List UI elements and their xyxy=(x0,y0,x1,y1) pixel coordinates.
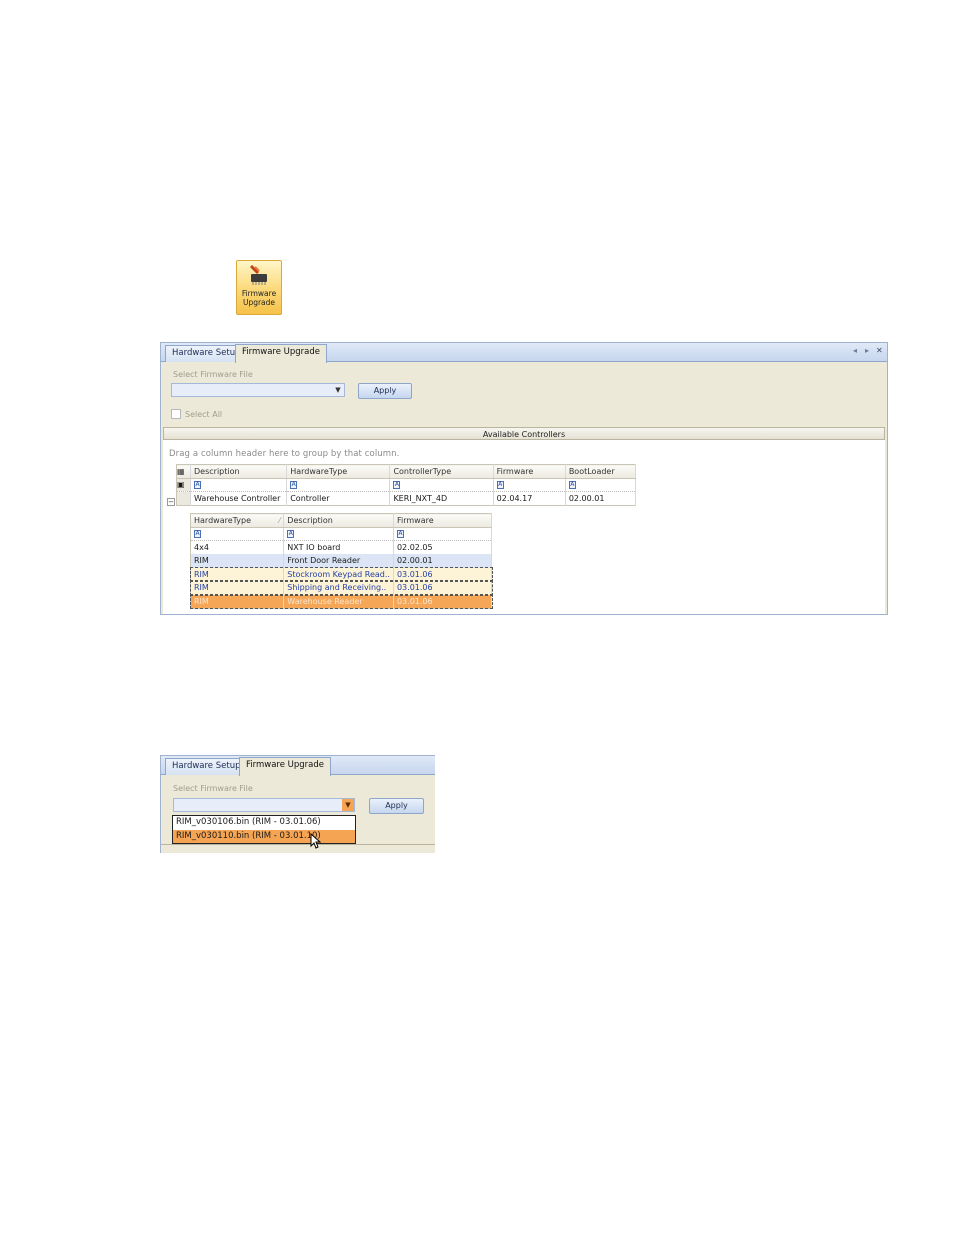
sort-icon: ⁄ xyxy=(278,515,281,525)
filter-cell[interactable]: A xyxy=(283,527,394,541)
cell: Stockroom Keypad Read.. xyxy=(283,567,394,581)
filter-icon: A xyxy=(290,480,298,489)
cell: Shipping and Receiving.. xyxy=(283,581,394,595)
filter-icon: A xyxy=(396,529,404,538)
filter-cell[interactable]: A xyxy=(190,478,288,492)
chevron-down-icon[interactable]: ▼ xyxy=(342,799,354,811)
filter-clear-icon[interactable]: ▣ xyxy=(176,478,192,492)
table-row[interactable]: RIM Front Door Reader 02.00.01 xyxy=(190,554,493,568)
col-firmware[interactable]: Firmware xyxy=(493,464,566,479)
cell: RIM xyxy=(190,594,285,608)
tab-firmware-upgrade[interactable]: Firmware Upgrade xyxy=(239,757,331,776)
cell: 02.00.01 xyxy=(393,554,493,568)
table-row[interactable]: RIM Shipping and Receiving.. 03.01.06 xyxy=(189,580,493,596)
detail-grid: HardwareType ⁄ Description Firmware A A A… xyxy=(189,513,493,609)
firmware-upgrade-label-1: Firmware xyxy=(241,289,277,298)
firmware-file-combo[interactable]: ▼ xyxy=(171,383,345,397)
close-icon[interactable]: ✕ xyxy=(876,346,883,355)
chip-icon xyxy=(249,265,267,285)
col-hardwaretype[interactable]: HardwareType ⁄ xyxy=(190,513,285,528)
select-firmware-label: Select Firmware File xyxy=(173,370,253,379)
cell: Front Door Reader xyxy=(283,554,394,568)
cell: 02.00.01 xyxy=(565,491,637,505)
select-all-label: Select All xyxy=(185,410,223,419)
cell: 03.01.06 xyxy=(393,567,493,581)
cell: 4x4 xyxy=(190,540,285,554)
cell: 02.02.05 xyxy=(393,540,493,554)
col-description[interactable]: Description xyxy=(190,464,288,479)
cell: 02.04.17 xyxy=(493,491,566,505)
tab-firmware-upgrade[interactable]: Firmware Upgrade xyxy=(235,344,327,363)
cell: Warehouse Reader xyxy=(283,594,394,608)
cell: RIM xyxy=(190,567,285,581)
tab-strip: Hardware Setup Firmware Upgrade ◂ ▸ ✕ xyxy=(161,343,887,363)
select-firmware-label: Select Firmware File xyxy=(173,784,253,793)
table-row[interactable]: 4x4 NXT IO board 02.02.05 xyxy=(190,540,493,554)
cell: Warehouse Controller xyxy=(190,491,288,505)
filter-icon: A xyxy=(496,480,504,489)
dock-icon[interactable]: ▸ xyxy=(865,346,869,355)
filter-cell[interactable]: A xyxy=(493,478,566,492)
mouse-cursor-icon xyxy=(310,833,322,849)
table-row[interactable]: RIM Stockroom Keypad Read.. 03.01.06 xyxy=(189,566,493,582)
col-description[interactable]: Description xyxy=(283,513,394,528)
cell: NXT IO board xyxy=(283,540,394,554)
detail-header-row: HardwareType ⁄ Description Firmware xyxy=(190,513,493,528)
dropdown-option-highlighted[interactable]: RIM_v030110.bin (RIM - 03.01.10) xyxy=(173,829,355,843)
row-selector[interactable] xyxy=(176,491,192,505)
available-controllers-header: Available Controllers xyxy=(163,427,885,440)
firmware-upgrade-button[interactable]: Firmware Upgrade xyxy=(236,260,282,315)
collapse-icon[interactable]: − xyxy=(167,498,175,506)
filter-cell[interactable]: A xyxy=(393,527,493,541)
table-row[interactable]: RIM Warehouse Reader 03.01.06 xyxy=(189,593,493,609)
chevron-down-icon[interactable]: ▼ xyxy=(332,384,344,396)
table-row[interactable]: Warehouse Controller Controller KERI_NXT… xyxy=(176,491,637,505)
master-filter-row: ▣ A A A A A xyxy=(176,478,637,492)
col-controllertype[interactable]: ControllerType xyxy=(389,464,494,479)
pin-icon[interactable]: ◂ xyxy=(853,346,857,355)
group-by-hint: Drag a column header here to group by th… xyxy=(169,449,400,459)
firmware-file-dropdown-list: RIM_v030106.bin (RIM - 03.01.06) RIM_v03… xyxy=(172,815,356,844)
filter-icon: A xyxy=(393,480,401,489)
filter-icon: A xyxy=(287,529,295,538)
firmware-upgrade-panel: Hardware Setup Firmware Upgrade ◂ ▸ ✕ Se… xyxy=(160,342,888,615)
cell: RIM xyxy=(190,581,285,595)
filter-cell[interactable]: A xyxy=(286,478,391,492)
tab-strip: Hardware Setup Firmware Upgrade xyxy=(161,756,435,776)
filter-icon: A xyxy=(194,529,201,538)
firmware-upgrade-label-2: Upgrade xyxy=(242,298,276,307)
select-all-checkbox[interactable] xyxy=(171,409,181,419)
apply-button[interactable]: Apply xyxy=(358,383,412,399)
filter-cell[interactable]: A xyxy=(565,478,637,492)
col-firmware[interactable]: Firmware xyxy=(393,513,493,528)
cell: 03.01.06 xyxy=(393,594,493,608)
filter-cell[interactable]: A xyxy=(190,527,285,541)
col-bootloader[interactable]: BootLoader xyxy=(565,464,637,479)
cell: 03.01.06 xyxy=(393,581,493,595)
controllers-grid-area: Drag a column header here to group by th… xyxy=(163,440,885,614)
column-chooser-icon[interactable]: ▦ xyxy=(176,464,192,479)
divider xyxy=(161,844,435,845)
cell: Controller xyxy=(286,491,391,505)
detail-filter-row: A A A xyxy=(190,527,493,541)
firmware-file-combo[interactable]: ▼ xyxy=(173,798,355,812)
col-hardwaretype[interactable]: HardwareType xyxy=(286,464,391,479)
tab-hardware-setup[interactable]: Hardware Setup xyxy=(165,758,248,775)
cell: KERI_NXT_4D xyxy=(389,491,494,505)
filter-cell[interactable]: A xyxy=(389,478,494,492)
apply-button[interactable]: Apply xyxy=(369,798,424,814)
cell: RIM xyxy=(190,554,285,568)
filter-icon: A xyxy=(194,480,202,489)
master-header-row: ▦ Description HardwareType ControllerTyp… xyxy=(176,464,637,479)
master-grid: ▦ Description HardwareType ControllerTyp… xyxy=(176,464,637,506)
filter-icon: A xyxy=(568,480,576,489)
dropdown-option[interactable]: RIM_v030106.bin (RIM - 03.01.06) xyxy=(173,816,355,830)
